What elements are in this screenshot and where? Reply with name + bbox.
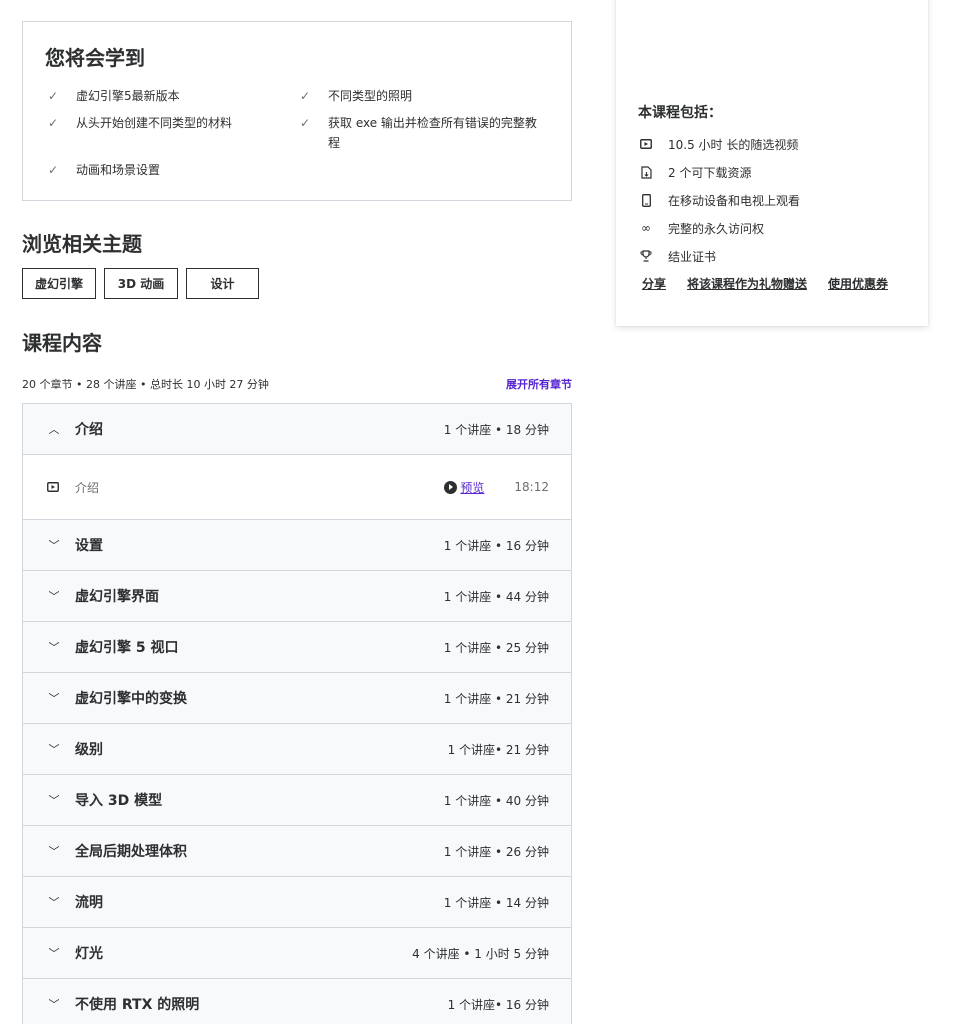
curriculum-sections: ︿ 介绍 1 个讲座 • 18 分钟 介绍 预览 18:12 ﹀ 设置 1 个讲… (22, 403, 572, 1024)
download-file-icon (638, 165, 654, 179)
section-meta: 1 个讲座 • 44 分钟 (443, 589, 549, 604)
section-meta: 1 个讲座• 16 分钟 (447, 997, 549, 1012)
video-icon (638, 138, 654, 150)
includes-item: 在移动设备和电视上观看 (638, 186, 800, 214)
learn-item: ✓ 获取 exe 输出并检查所有错误的完整教程 (297, 113, 549, 153)
section-meta: 1 个讲座 • 14 分钟 (443, 895, 549, 910)
includes-item: ∞ 完整的永久访问权 (638, 214, 800, 242)
learn-item: ✓ 不同类型的照明 (297, 86, 549, 106)
includes-title: 本课程包括： (638, 105, 722, 121)
section-meta: 1 个讲座 • 18 分钟 (443, 422, 549, 437)
section-header[interactable]: ﹀ 不使用 RTX 的照明 1 个讲座• 16 分钟 (23, 979, 571, 1024)
section-meta: 1 个讲座 • 21 分钟 (443, 691, 549, 706)
related-topics-title: 浏览相关主题 (22, 232, 142, 256)
section-meta: 1 个讲座 • 25 分钟 (443, 640, 549, 655)
includes-item: 10.5 小时 长的随选视频 (638, 130, 800, 158)
section-header[interactable]: ﹀ 级别 1 个讲座• 21 分钟 (23, 724, 571, 775)
apply-coupon-link[interactable]: 使用优惠券 (828, 275, 888, 292)
includes-item: 结业证书 (638, 242, 800, 270)
learn-title: 您将会学到 (45, 46, 145, 70)
video-icon (47, 481, 61, 493)
chevron-down-icon: ﹀ (48, 692, 60, 705)
chevron-down-icon: ﹀ (48, 794, 60, 807)
chevron-down-icon: ﹀ (48, 539, 60, 552)
chevron-up-icon: ︿ (48, 423, 60, 436)
section-header[interactable]: ﹀ 流明 1 个讲座 • 14 分钟 (23, 877, 571, 928)
section-meta: 1 个讲座 • 40 分钟 (443, 793, 549, 808)
related-topics: 虚幻引擎 3D 动画 设计 (22, 268, 259, 299)
section-meta: 4 个讲座 • 1 小时 5 分钟 (412, 946, 549, 961)
section-title: 虚幻引擎界面 (75, 589, 159, 605)
includes-list: 10.5 小时 长的随选视频 2 个可下载资源 在移动设备和电视上观看 ∞ 完整… (638, 130, 800, 270)
course-content-summary: 20 个章节 • 28 个讲座 • 总时长 10 小时 27 分钟 (22, 378, 269, 391)
check-icon: ✓ (48, 116, 59, 130)
section-title: 虚幻引擎中的变换 (75, 691, 187, 707)
course-content-title: 课程内容 (22, 331, 102, 355)
topic-3d-animation-button[interactable]: 3D 动画 (104, 268, 178, 299)
section-title: 设置 (75, 538, 103, 554)
section-title: 流明 (75, 895, 103, 911)
section-title: 介绍 (75, 422, 103, 438)
learn-item: ✓ 虚幻引擎5最新版本 (45, 86, 297, 106)
section-meta: 1 个讲座 • 16 分钟 (443, 538, 549, 553)
chevron-down-icon: ﹀ (48, 896, 60, 909)
topic-unreal-engine-button[interactable]: 虚幻引擎 (22, 268, 96, 299)
chevron-down-icon: ﹀ (48, 845, 60, 858)
section-title: 不使用 RTX 的照明 (75, 997, 200, 1013)
section-meta: 1 个讲座• 21 分钟 (447, 742, 549, 757)
check-icon: ✓ (300, 116, 311, 130)
lecture-duration: 18:12 (514, 480, 549, 494)
section-title: 全局后期处理体积 (75, 844, 187, 860)
trophy-icon (638, 250, 654, 262)
topic-design-button[interactable]: 设计 (186, 268, 259, 299)
section-header[interactable]: ﹀ 全局后期处理体积 1 个讲座 • 26 分钟 (23, 826, 571, 877)
infinity-icon: ∞ (641, 221, 651, 235)
learn-item: ✓ 从头开始创建不同类型的材料 (45, 113, 297, 153)
chevron-down-icon: ﹀ (48, 998, 60, 1011)
includes-item: 2 个可下载资源 (638, 158, 800, 186)
gift-course-link[interactable]: 将该课程作为礼物赠送 (687, 275, 807, 292)
lecture-row: 介绍 预览 18:12 (23, 455, 571, 520)
section-header[interactable]: ﹀ 设置 1 个讲座 • 16 分钟 (23, 520, 571, 571)
chevron-down-icon: ﹀ (48, 947, 60, 960)
what-you-will-learn-box: 您将会学到 ✓ 虚幻引擎5最新版本 ✓ 不同类型的照明 ✓ 从头开始创建不同类型… (22, 21, 572, 201)
section-title: 虚幻引擎 5 视口 (75, 640, 179, 656)
section-title: 灯光 (75, 946, 103, 962)
expand-all-sections-button[interactable]: 展开所有章节 (506, 376, 572, 392)
section-meta: 1 个讲座 • 26 分钟 (443, 844, 549, 859)
section-header[interactable]: ﹀ 导入 3D 模型 1 个讲座 • 40 分钟 (23, 775, 571, 826)
section-title: 导入 3D 模型 (75, 793, 163, 809)
preview-link[interactable]: 预览 (460, 479, 484, 496)
check-icon: ✓ (48, 89, 59, 103)
sidebar-links: 分享 将该课程作为礼物赠送 使用优惠券 (642, 275, 888, 292)
section-header[interactable]: ﹀ 虚幻引擎界面 1 个讲座 • 44 分钟 (23, 571, 571, 622)
play-circle-icon (444, 480, 458, 494)
lecture-title: 介绍 (75, 480, 100, 495)
check-icon: ✓ (48, 163, 59, 177)
section-header[interactable]: ︿ 介绍 1 个讲座 • 18 分钟 (23, 404, 571, 455)
preview-button[interactable]: 预览 (444, 479, 484, 496)
learn-item: ✓ 动画和场景设置 (45, 160, 297, 180)
section-header[interactable]: ﹀ 虚幻引擎中的变换 1 个讲座 • 21 分钟 (23, 673, 571, 724)
chevron-down-icon: ﹀ (48, 590, 60, 603)
course-sidebar-card: 本课程包括： 10.5 小时 长的随选视频 2 个可下载资源 在移动设备和电视上… (616, 0, 928, 326)
chevron-down-icon: ﹀ (48, 641, 60, 654)
section-title: 级别 (75, 742, 103, 758)
mobile-icon (638, 193, 654, 207)
check-icon: ✓ (300, 89, 311, 103)
section-header[interactable]: ﹀ 虚幻引擎 5 视口 1 个讲座 • 25 分钟 (23, 622, 571, 673)
section-header[interactable]: ﹀ 灯光 4 个讲座 • 1 小时 5 分钟 (23, 928, 571, 979)
share-link[interactable]: 分享 (642, 275, 666, 292)
chevron-down-icon: ﹀ (48, 743, 60, 756)
learn-list: ✓ 虚幻引擎5最新版本 ✓ 不同类型的照明 ✓ 从头开始创建不同类型的材料 ✓ … (45, 86, 549, 187)
